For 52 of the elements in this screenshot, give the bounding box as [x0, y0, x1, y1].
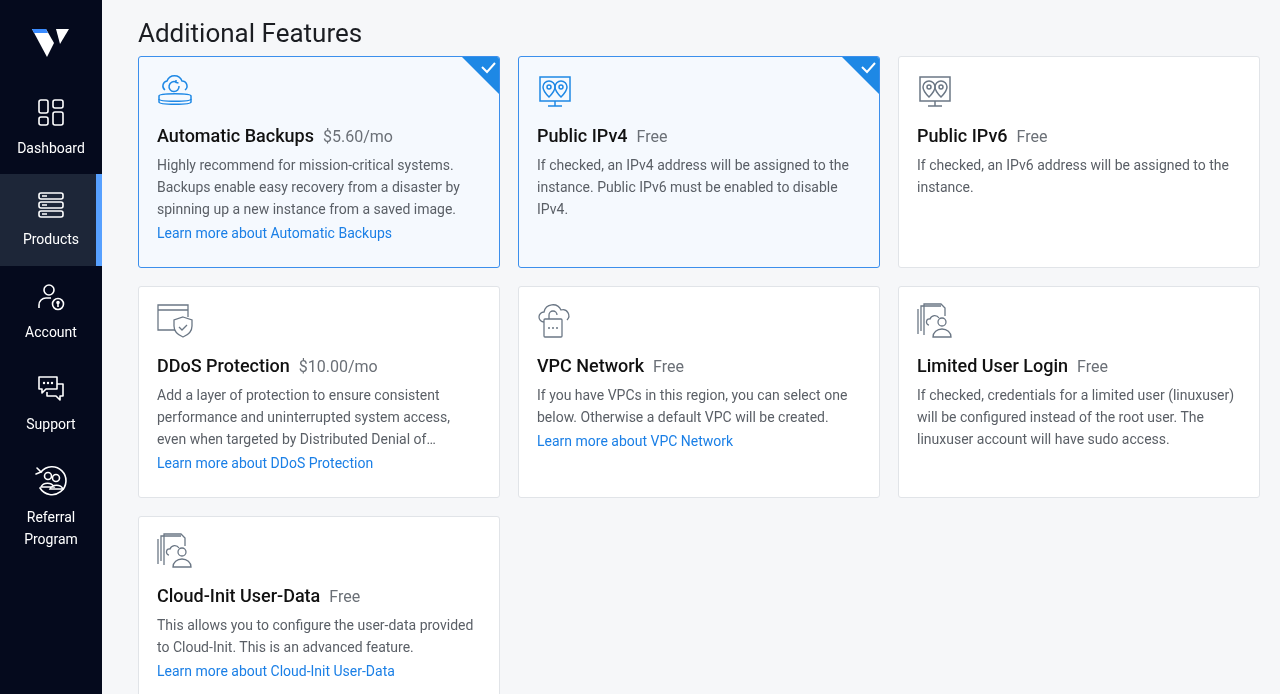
sidebar-item[interactable]: Account — [0, 266, 102, 358]
learn-more-link[interactable]: Learn more about DDoS Protection — [157, 452, 374, 474]
feature-description: Highly recommend for mission-critical systems. Backups enable easy recovery from a disaster by spinning up a new instance from a saved image. — [157, 156, 461, 219]
feature-card[interactable]: DDoS Protection $10.00/mo Add a layer of protection to ensure consistent performance and uninterrupted system access, even when targeted by Distributed Denial of… Learn more about DDoS Protection — [138, 286, 500, 498]
user-documents-icon — [157, 533, 193, 569]
user-documents-icon — [917, 303, 953, 339]
shield-window-icon — [157, 303, 193, 339]
feature-title: VPC Network — [537, 355, 645, 376]
server-stack-icon — [38, 192, 64, 218]
feature-card[interactable]: Public IPv4 Free If checked, an IPv4 address will be assigned to the instance. Public IPv6 must be enabled to disable IPv4. — [518, 56, 880, 268]
feature-title: Cloud-Init User-Data — [157, 585, 321, 606]
feature-card[interactable]: VPC Network Free If you have VPCs in this region, you can select one below. Otherwise a default VPC will be created. Learn more about VPC Network — [518, 286, 880, 498]
feature-title: DDoS Protection — [157, 355, 290, 376]
page-heading: Additional Features — [138, 18, 364, 48]
feature-title: Public IPv6 — [917, 125, 1008, 146]
sidebar-item[interactable]: Referral Program — [0, 450, 102, 562]
learn-more-link[interactable]: Learn more about Cloud-Init User-Data — [157, 660, 395, 682]
feature-card[interactable]: Public IPv6 Free If checked, an IPv6 address will be assigned to the instance. — [898, 56, 1260, 268]
cloud-lock-icon — [537, 303, 573, 339]
check-corner-icon — [842, 57, 879, 94]
check-corner-icon — [462, 57, 499, 94]
feature-title: Automatic Backups — [157, 125, 314, 146]
feature-description: If checked, an IPv4 address will be assigned to the instance. Public IPv6 must be enabled to disable IPv4. — [537, 156, 850, 219]
learn-more-link[interactable]: Learn more about Automatic Backups — [157, 222, 392, 244]
feature-price: Free — [653, 357, 684, 376]
feature-description: If checked, credentials for a limited user (linuxuser) will be configured instead of the root user. The linuxuser account will have sudo access. — [917, 386, 1236, 449]
feature-description: This allows you to configure the user-data provided to Cloud-Init. This is an advanced feature. — [157, 616, 475, 657]
chat-bubbles-icon — [37, 375, 65, 403]
map-pin-icon — [917, 73, 953, 109]
sidebar-item[interactable]: Products — [0, 174, 102, 266]
feature-title: Limited User Login — [917, 355, 1069, 376]
learn-more-link[interactable]: Learn more about VPC Network — [537, 430, 734, 452]
sidebar-item[interactable]: Dashboard — [0, 82, 102, 174]
referral-people-icon — [34, 464, 68, 496]
feature-description: If you have VPCs in this region, you can select one below. Otherwise a default VPC will be created. — [537, 386, 849, 427]
map-pin-icon — [537, 73, 573, 109]
feature-price: $5.60/mo — [322, 127, 393, 146]
feature-price: $10.00/mo — [298, 357, 378, 376]
feature-card[interactable]: Cloud-Init User-Data Free This allows you to configure the user-data provided to Cloud-Init. This is an advanced feature. Learn more about Cloud-Init User-Data — [138, 516, 500, 694]
feature-description: If checked, an IPv6 address will be assigned to the instance. — [917, 156, 1230, 197]
feature-card[interactable] — [138, 56, 500, 268]
feature-description: Add a layer of protection to ensure consistent performance and uninterrupted system access, even when targeted by Distributed Denial of… — [157, 386, 452, 449]
dashboard-icon — [38, 99, 64, 127]
feature-price: Free — [329, 587, 361, 606]
feature-price: Free — [636, 127, 668, 146]
logo-icon[interactable] — [32, 28, 70, 58]
user-lock-icon — [37, 283, 65, 311]
sidebar-item[interactable]: Support — [0, 358, 102, 450]
feature-price: Free — [1016, 127, 1048, 146]
feature-card[interactable]: Limited User Login Free If checked, credentials for a limited user (linuxuser) will be configured instead of the root user. The linuxuser account will have sudo access. — [898, 286, 1260, 498]
feature-title: Public IPv4 — [537, 125, 628, 146]
feature-price: Free — [1077, 357, 1108, 376]
